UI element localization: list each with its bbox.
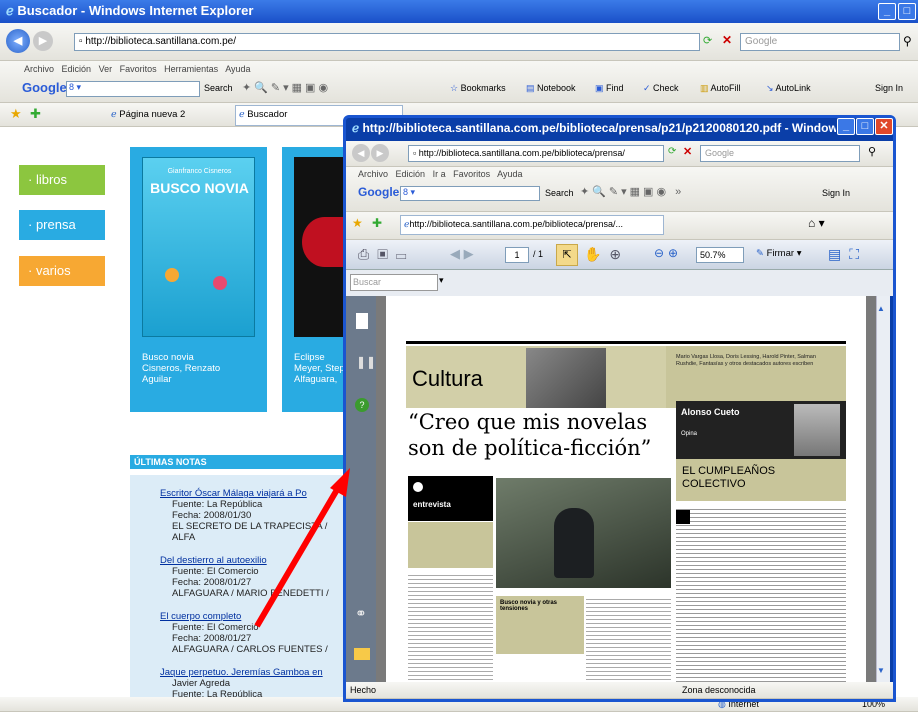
arrow-shaft [254, 486, 341, 628]
red-arrow-annotation [254, 468, 350, 628]
